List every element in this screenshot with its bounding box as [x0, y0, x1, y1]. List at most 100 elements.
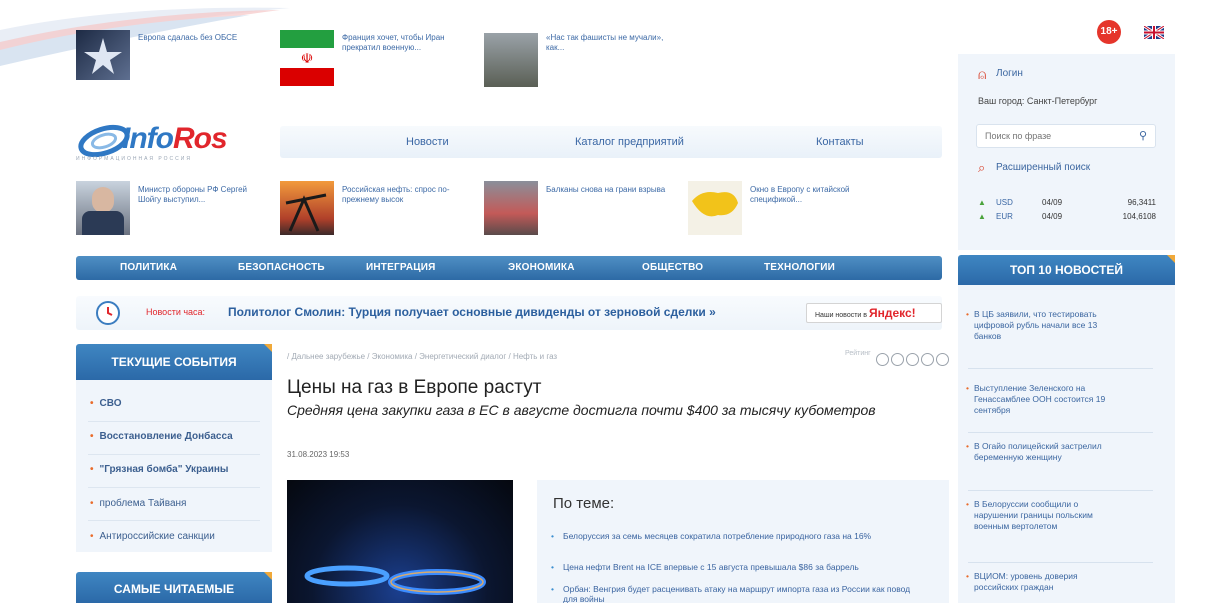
top10-title: ТОП 10 НОВОСТЕЙ	[1009, 263, 1124, 277]
top10-corner	[1167, 255, 1175, 263]
hour-news-headline[interactable]: Политолог Смолин: Турция получает основн…	[228, 305, 716, 319]
current-events-panel: СВО Восстановление Донбасса "Грязная бом…	[76, 380, 272, 552]
article-title: Цены на газ в Европе растут	[287, 377, 542, 398]
related-item[interactable]: Орбан: Венгрия будет расценивать атаку н…	[551, 584, 923, 603]
top10-header: ТОП 10 НОВОСТЕЙ	[958, 255, 1175, 285]
news-thumb-oil[interactable]	[280, 181, 334, 235]
article-image-gas-flame	[287, 480, 513, 603]
search-box[interactable]: ⚲	[976, 124, 1156, 148]
cat-politics[interactable]: ПОЛИТИКА	[120, 262, 177, 273]
logo-text-info: Info	[122, 122, 174, 155]
related-item[interactable]: Белоруссия за семь месяцев сократила пот…	[551, 531, 923, 541]
usd-code: USD	[996, 198, 1013, 207]
clock-icon	[96, 301, 120, 325]
search-icon[interactable]: ⚲	[1139, 129, 1147, 142]
top10-item[interactable]: В ЦБ заявили, что тестировать цифровой р…	[966, 309, 1114, 342]
main-nav: Новости Каталог предприятий Контакты	[280, 126, 942, 158]
flame-icon	[304, 565, 486, 595]
yandex-button[interactable]: Наши новости в Яндекс!	[806, 303, 942, 323]
news2-2[interactable]: Российская нефть: спрос по-прежнему высо…	[342, 185, 467, 205]
oil-pump-icon	[285, 193, 327, 232]
top10-item[interactable]: ВЦИОМ: уровень доверия российских гражда…	[966, 571, 1114, 593]
left-divider	[88, 487, 260, 488]
eur-value: 104,6108	[1122, 212, 1156, 221]
site-logo[interactable]: InfoRos ИНФОРМАЦИОННАЯ РОССИЯ	[76, 120, 266, 164]
top10-item[interactable]: В Белоруссии сообщили о нарушении границ…	[966, 499, 1114, 532]
current-event-item[interactable]: "Грязная бомба" Украины	[90, 464, 229, 475]
login-link[interactable]: Логин	[996, 68, 1023, 79]
cat-society[interactable]: ОБЩЕСТВО	[642, 262, 703, 273]
eur-code: EUR	[996, 212, 1013, 221]
emblem-icon: ☫	[280, 48, 334, 68]
breadcrumb[interactable]: / Дальнее зарубежье / Экономика / Энерге…	[287, 352, 557, 361]
news-thumb-crowd[interactable]	[484, 181, 538, 235]
currency-usd: ▲ USD 04/09 96,3411	[978, 198, 1156, 207]
cat-security[interactable]: БЕЗОПАСНОСТЬ	[238, 262, 325, 273]
news-thumb-building[interactable]	[484, 33, 538, 87]
advanced-search-icon: ⌕	[978, 160, 986, 175]
current-event-item[interactable]: СВО	[90, 398, 122, 409]
cat-integration[interactable]: ИНТЕГРАЦИЯ	[366, 262, 436, 273]
uk-flag-icon[interactable]	[1144, 26, 1164, 39]
left-divider	[88, 454, 260, 455]
news2-1[interactable]: Министр обороны РФ Сергей Шойгу выступил…	[138, 185, 263, 205]
nav-news[interactable]: Новости	[406, 136, 449, 148]
current-event-item[interactable]: Антироссийские санкции	[90, 531, 215, 542]
city-label: Ваш город: Санкт-Петербург	[978, 96, 1098, 106]
news-thumb-shoigu[interactable]	[76, 181, 130, 235]
user-icon: ⍝	[978, 66, 987, 82]
nav-catalog[interactable]: Каталог предприятий	[575, 136, 684, 148]
rating-label: Рейтинг	[845, 350, 871, 357]
advanced-search-link[interactable]: Расширенный поиск	[996, 162, 1090, 173]
related-box: По теме: Белоруссия за семь месяцев сокр…	[537, 480, 949, 603]
left-divider	[88, 520, 260, 521]
top10-divider	[968, 368, 1153, 369]
left-corner-2	[264, 572, 272, 580]
rating-circle-icon[interactable]	[936, 353, 949, 366]
rating-circle-icon[interactable]	[906, 353, 919, 366]
news-thumb-nato[interactable]	[76, 30, 130, 80]
news2-4[interactable]: Окно в Европу с китайской спецификой...	[750, 185, 875, 205]
top10-divider	[968, 562, 1153, 563]
rating-circle-icon[interactable]	[891, 353, 904, 366]
yandex-prefix: Наши новости в	[815, 312, 867, 319]
top10-item[interactable]: Выступление Зеленского на Генассамблее О…	[966, 383, 1114, 416]
cat-technology[interactable]: ТЕХНОЛОГИИ	[764, 262, 835, 273]
top10-item[interactable]: В Огайо полицейский застрелил беременную…	[966, 441, 1114, 463]
category-bar: ПОЛИТИКА БЕЗОПАСНОСТЬ ИНТЕГРАЦИЯ ЭКОНОМИ…	[76, 256, 942, 280]
current-events-header: ТЕКУЩИЕ СОБЫТИЯ	[76, 344, 272, 380]
rating-circle-icon[interactable]	[876, 353, 889, 366]
hour-news-label: Новости часа:	[146, 307, 206, 317]
article-subtitle: Средняя цена закупки газа в ЕС в августе…	[287, 402, 876, 418]
top-news-2[interactable]: Франция хочет, чтобы Иран прекратил воен…	[342, 33, 467, 53]
age-badge: 18+	[1097, 20, 1121, 44]
search-input[interactable]	[985, 126, 1133, 146]
news-thumb-iran-flag[interactable]: ☫	[280, 30, 334, 86]
related-item[interactable]: Цена нефти Brent на ICE впервые с 15 авг…	[551, 562, 923, 572]
logo-text-ros: Ros	[172, 122, 228, 155]
news-thumb-map[interactable]	[688, 181, 742, 235]
top10-divider	[968, 432, 1153, 433]
yandex-logo: Яндекс!	[868, 306, 916, 320]
hour-news-bar: Новости часа: Политолог Смолин: Турция п…	[76, 296, 942, 330]
nav-contacts[interactable]: Контакты	[816, 136, 864, 148]
cat-economy[interactable]: ЭКОНОМИКА	[508, 262, 575, 273]
popular-header: САМЫЕ ЧИТАЕМЫЕ	[76, 572, 272, 603]
top-news-1[interactable]: Европа сдалась без ОБСЕ	[138, 33, 258, 43]
related-title: По теме:	[553, 495, 615, 512]
rating-circle-icon[interactable]	[921, 353, 934, 366]
popular-title: САМЫЕ ЧИТАЕМЫЕ	[113, 582, 235, 596]
current-event-item[interactable]: Восстановление Донбасса	[90, 431, 233, 442]
top10-divider	[968, 490, 1153, 491]
rating-stars[interactable]	[876, 353, 949, 366]
logo-tagline: ИНФОРМАЦИОННАЯ РОССИЯ	[76, 156, 192, 162]
article-date: 31.08.2023 19:53	[287, 450, 350, 459]
currency-eur: ▲ EUR 04/09 104,6108	[978, 212, 1156, 221]
star-icon	[84, 38, 122, 74]
top10-panel: В ЦБ заявили, что тестировать цифровой р…	[958, 285, 1175, 603]
eur-date: 04/09	[1042, 212, 1063, 221]
current-event-item[interactable]: проблема Тайваня	[90, 498, 187, 509]
news2-3[interactable]: Балканы снова на грани взрыва	[546, 185, 671, 195]
top-news-3[interactable]: «Нас так фашисты не мучали», как...	[546, 33, 666, 53]
map-icon	[692, 192, 738, 217]
